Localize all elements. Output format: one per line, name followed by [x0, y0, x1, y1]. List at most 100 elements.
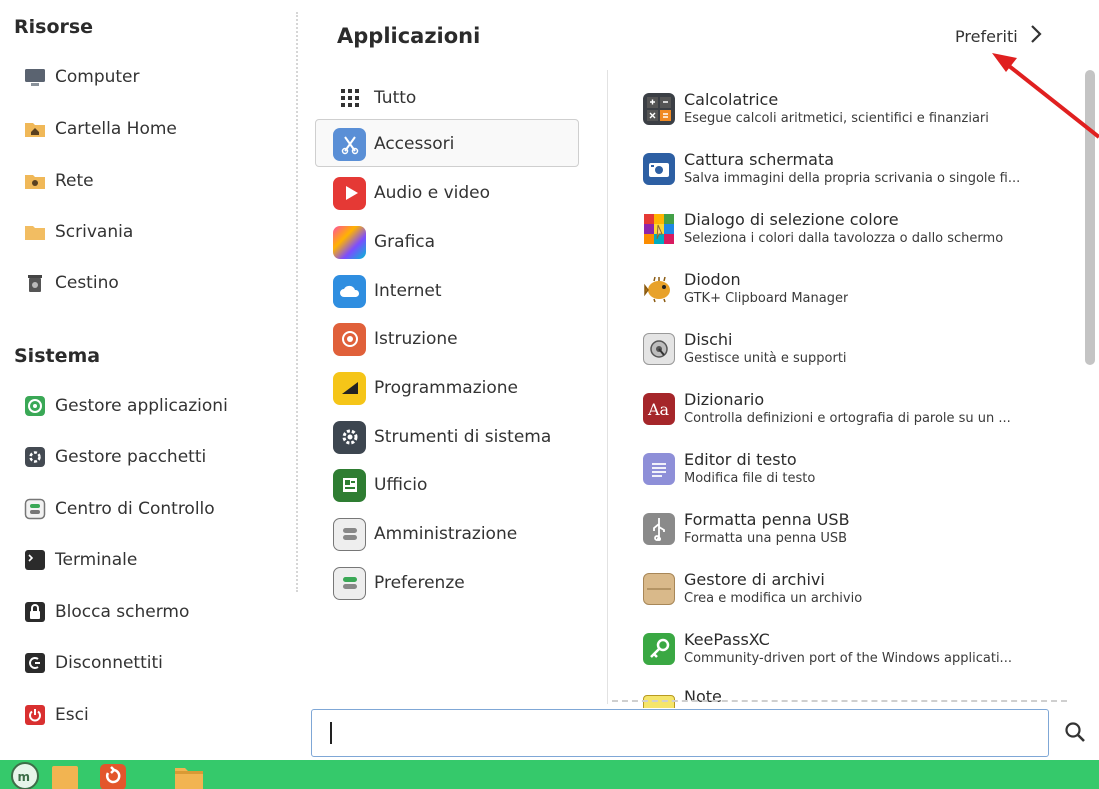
app-item-notes[interactable]: Note — [643, 688, 722, 708]
app-item-calculator[interactable]: Calcolatrice Esegue calcoli aritmetici, … — [643, 86, 1063, 132]
software-manager-icon — [24, 395, 46, 417]
app-name: KeePassXC — [684, 630, 770, 649]
app-description: Salva immagini della propria scrivania o… — [684, 171, 1021, 186]
place-label: Cartella Home — [55, 119, 177, 139]
system-control-center[interactable]: Centro di Controllo — [24, 494, 215, 524]
app-item-dictionary[interactable]: Aa Dizionario Controlla definizioni e or… — [643, 386, 1063, 432]
multimedia-icon — [333, 176, 366, 210]
app-name: Dizionario — [684, 390, 765, 409]
category-office[interactable]: Ufficio — [333, 467, 427, 503]
app-description: Community-driven port of the Windows app… — [684, 651, 1012, 666]
accessories-icon — [333, 127, 366, 161]
app-item-screenshot[interactable]: Cattura schermata Salva immagini della p… — [643, 146, 1063, 192]
screenshot-icon — [643, 153, 675, 185]
category-development[interactable]: Programmazione — [333, 370, 518, 406]
app-item-keepassxc[interactable]: KeePassXC Community-driven port of the W… — [643, 626, 1063, 672]
lock-icon — [24, 601, 46, 623]
taskbar — [0, 760, 1099, 789]
app-description: GTK+ Clipboard Manager — [684, 291, 849, 306]
category-label: Strumenti di sistema — [374, 427, 552, 447]
category-label: Accessori — [374, 134, 455, 154]
place-desktop[interactable]: Scrivania — [24, 217, 133, 247]
folder-icon[interactable] — [172, 762, 206, 789]
category-administration[interactable]: Amministrazione — [333, 516, 517, 552]
archive-icon — [643, 573, 675, 605]
trash-icon — [24, 272, 46, 294]
text-cursor — [330, 722, 332, 744]
category-graphics[interactable]: Grafica — [333, 224, 435, 260]
app-description: Crea e modifica un archivio — [684, 591, 863, 606]
network-folder-icon — [24, 170, 46, 192]
mint-menu-icon[interactable]: m — [8, 761, 42, 789]
place-network[interactable]: Rete — [24, 166, 94, 196]
app-item-color-picker[interactable]: Dialogo di selezione colore Seleziona i … — [643, 206, 1063, 252]
svg-text:Aa: Aa — [647, 400, 670, 419]
system-label: Disconnettiti — [55, 653, 163, 673]
favorites-label: Preferiti — [955, 26, 1018, 46]
system-terminal[interactable]: Terminale — [24, 545, 137, 575]
place-computer[interactable]: Computer — [24, 62, 140, 92]
control-center-icon — [24, 498, 46, 520]
system-logout[interactable]: Disconnettiti — [24, 648, 163, 678]
disks-icon — [643, 333, 675, 365]
category-label: Tutto — [374, 88, 417, 108]
app-item-text-editor[interactable]: Editor di testo Modifica file di testo — [643, 446, 1063, 492]
app-list-scrollbar[interactable] — [1085, 70, 1095, 365]
category-internet[interactable]: Internet — [333, 273, 442, 309]
system-label: Gestore applicazioni — [55, 396, 228, 416]
category-all[interactable]: Tutto — [333, 80, 416, 116]
favorites-button[interactable]: Preferiti — [955, 24, 1042, 48]
desktop-folder-icon — [24, 221, 46, 243]
category-label: Grafica — [374, 232, 436, 252]
update-manager-icon[interactable] — [96, 762, 130, 789]
category-system-tools[interactable]: Strumenti di sistema — [333, 419, 551, 455]
app-item-usb-formatter[interactable]: Formatta penna USB Formatta una penna US… — [643, 506, 1063, 552]
category-preferences[interactable]: Preferenze — [333, 565, 465, 601]
place-trash[interactable]: Cestino — [24, 268, 119, 298]
search-input[interactable] — [311, 709, 1049, 757]
app-item-archive-manager[interactable]: Gestore di archivi Crea e modifica un ar… — [643, 566, 1063, 612]
category-multimedia[interactable]: Audio e video — [333, 175, 490, 211]
logout-icon — [24, 652, 46, 674]
system-quit[interactable]: Esci — [24, 700, 89, 730]
svg-text:m: m — [18, 770, 31, 784]
app-description: Controlla definizioni e ortografia di pa… — [684, 411, 1011, 426]
office-icon — [333, 468, 366, 502]
category-education[interactable]: Istruzione — [333, 321, 458, 357]
category-label: Ufficio — [374, 475, 428, 495]
text-editor-icon — [643, 453, 675, 485]
preferences-icon — [333, 566, 366, 600]
system-label: Terminale — [55, 550, 138, 570]
app-name: Dischi — [684, 330, 733, 349]
category-accessories[interactable]: Accessori — [333, 126, 454, 162]
app-name: Cattura schermata — [684, 150, 835, 169]
system-label: Centro di Controllo — [55, 499, 215, 519]
category-label: Istruzione — [374, 329, 458, 349]
grid-icon — [333, 82, 366, 115]
system-lock-screen[interactable]: Blocca schermo — [24, 597, 189, 627]
place-label: Scrivania — [55, 222, 134, 242]
terminal-icon — [24, 549, 46, 571]
app-description: Modifica file di testo — [684, 471, 816, 486]
calculator-icon — [643, 93, 675, 125]
app-item-diodon[interactable]: Diodon GTK+ Clipboard Manager — [643, 266, 1063, 312]
category-label: Internet — [374, 281, 442, 301]
app-name: Dialogo di selezione colore — [684, 210, 899, 229]
system-label: Esci — [55, 705, 89, 725]
app-item-disks[interactable]: Dischi Gestisce unità e supporti — [643, 326, 1063, 372]
app-name: Diodon — [684, 270, 741, 289]
place-home[interactable]: Cartella Home — [24, 114, 177, 144]
app-name: Calcolatrice — [684, 90, 779, 109]
diodon-icon — [643, 273, 675, 305]
files-icon[interactable] — [48, 762, 82, 789]
power-icon — [24, 704, 46, 726]
system-software-manager[interactable]: Gestore applicazioni — [24, 391, 228, 421]
scroll-fade-line — [612, 700, 1067, 702]
system-title: Sistema — [14, 345, 101, 367]
search-button[interactable] — [1062, 721, 1088, 747]
search-icon — [1064, 721, 1086, 747]
internet-icon — [333, 274, 366, 308]
list-divider — [607, 70, 608, 704]
development-icon — [333, 371, 366, 405]
system-package-manager[interactable]: Gestore pacchetti — [24, 442, 206, 472]
